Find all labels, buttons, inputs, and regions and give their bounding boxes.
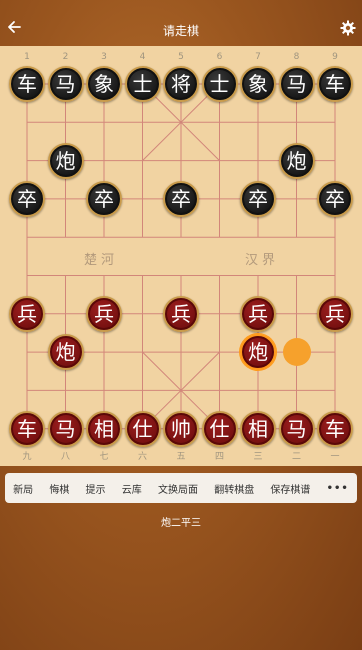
black-piece[interactable]: 卒 xyxy=(86,180,122,217)
file-number-bottom: 八 xyxy=(60,452,70,462)
red-piece[interactable]: 车 xyxy=(9,410,45,447)
black-piece[interactable]: 象 xyxy=(86,66,122,102)
file-number-bottom: 五 xyxy=(176,452,186,462)
black-piece[interactable]: 卒 xyxy=(9,180,45,217)
file-number-top: 8 xyxy=(293,52,300,62)
red-piece[interactable]: 仕 xyxy=(124,410,161,447)
black-piece[interactable]: 炮 xyxy=(278,142,315,179)
black-piece[interactable]: 马 xyxy=(47,66,84,102)
file-number-bottom: 一 xyxy=(330,452,340,462)
file-number-bottom: 二 xyxy=(291,452,301,462)
file-number-top: 2 xyxy=(62,52,69,62)
red-piece[interactable]: 相 xyxy=(240,410,276,447)
red-piece[interactable]: 兵 xyxy=(240,295,276,332)
game-toolbar: 新局 悔棋 提示 云库 文换局面 翻转棋盘 保存棋谱 ••• xyxy=(5,473,357,503)
file-number-bottom: 七 xyxy=(99,452,109,462)
more-dots-icon[interactable]: ••• xyxy=(325,479,351,498)
toolbar-button-6[interactable]: 保存棋谱 xyxy=(268,477,312,500)
file-number-bottom: 三 xyxy=(253,452,263,462)
move-target-marker[interactable] xyxy=(282,338,311,367)
file-number-bottom: 六 xyxy=(137,452,147,462)
file-number-bottom: 九 xyxy=(22,452,32,462)
toolbar-button-1[interactable]: 悔棋 xyxy=(47,477,71,500)
black-piece[interactable]: 象 xyxy=(240,66,276,102)
black-piece[interactable]: 将 xyxy=(163,66,199,102)
file-number-top: 5 xyxy=(178,52,184,62)
file-number-bottom: 四 xyxy=(214,452,224,462)
toolbar-button-3[interactable]: 云库 xyxy=(120,477,144,500)
red-piece[interactable]: 兵 xyxy=(317,295,353,332)
red-piece[interactable]: 帅 xyxy=(163,410,199,447)
file-number-top: 4 xyxy=(139,52,146,62)
toolbar-button-5[interactable]: 翻转棋盘 xyxy=(212,477,256,500)
black-piece[interactable]: 炮 xyxy=(47,142,84,179)
red-piece[interactable]: 兵 xyxy=(9,295,45,332)
red-piece-selected[interactable]: 炮 xyxy=(240,334,276,371)
toolbar-button-0[interactable]: 新局 xyxy=(11,477,35,500)
file-number-top: 6 xyxy=(216,52,223,62)
file-number-top: 1 xyxy=(24,52,30,62)
red-piece[interactable]: 马 xyxy=(47,410,84,447)
page-title: 请走棋 xyxy=(162,24,199,38)
toolbar-button-2[interactable]: 提示 xyxy=(84,477,108,500)
toolbar-button-4[interactable]: 文换局面 xyxy=(156,477,200,500)
red-piece[interactable]: 仕 xyxy=(201,410,238,447)
black-piece[interactable]: 车 xyxy=(317,66,353,102)
black-piece[interactable]: 车 xyxy=(9,66,45,102)
black-piece[interactable]: 卒 xyxy=(163,180,199,217)
red-piece[interactable]: 马 xyxy=(278,410,315,447)
gear-icon[interactable] xyxy=(340,20,356,36)
black-piece[interactable]: 卒 xyxy=(240,180,276,217)
red-piece[interactable]: 炮 xyxy=(47,334,84,371)
red-piece[interactable]: 车 xyxy=(317,410,353,447)
board-grid xyxy=(26,83,336,430)
last-move-text: 炮二平三 xyxy=(161,518,201,529)
red-piece[interactable]: 相 xyxy=(86,410,122,447)
file-number-top: 7 xyxy=(255,52,261,62)
red-piece[interactable]: 兵 xyxy=(163,295,199,332)
black-piece[interactable]: 士 xyxy=(201,66,238,102)
file-number-top: 3 xyxy=(101,52,107,62)
top-bar: 请走棋 xyxy=(0,0,362,52)
black-piece[interactable]: 卒 xyxy=(317,180,353,217)
black-piece[interactable]: 马 xyxy=(278,66,315,102)
xiangqi-board[interactable]: 楚河 汉界 123456789九八七六五四三二一车马象士将士象马车炮炮卒卒卒卒卒… xyxy=(0,46,362,466)
file-number-top: 9 xyxy=(332,52,338,62)
river-label-chu-he: 楚河 xyxy=(84,253,119,268)
black-piece[interactable]: 士 xyxy=(124,66,161,102)
red-piece[interactable]: 兵 xyxy=(86,295,122,332)
river-label-han-jie: 汉界 xyxy=(245,253,280,268)
